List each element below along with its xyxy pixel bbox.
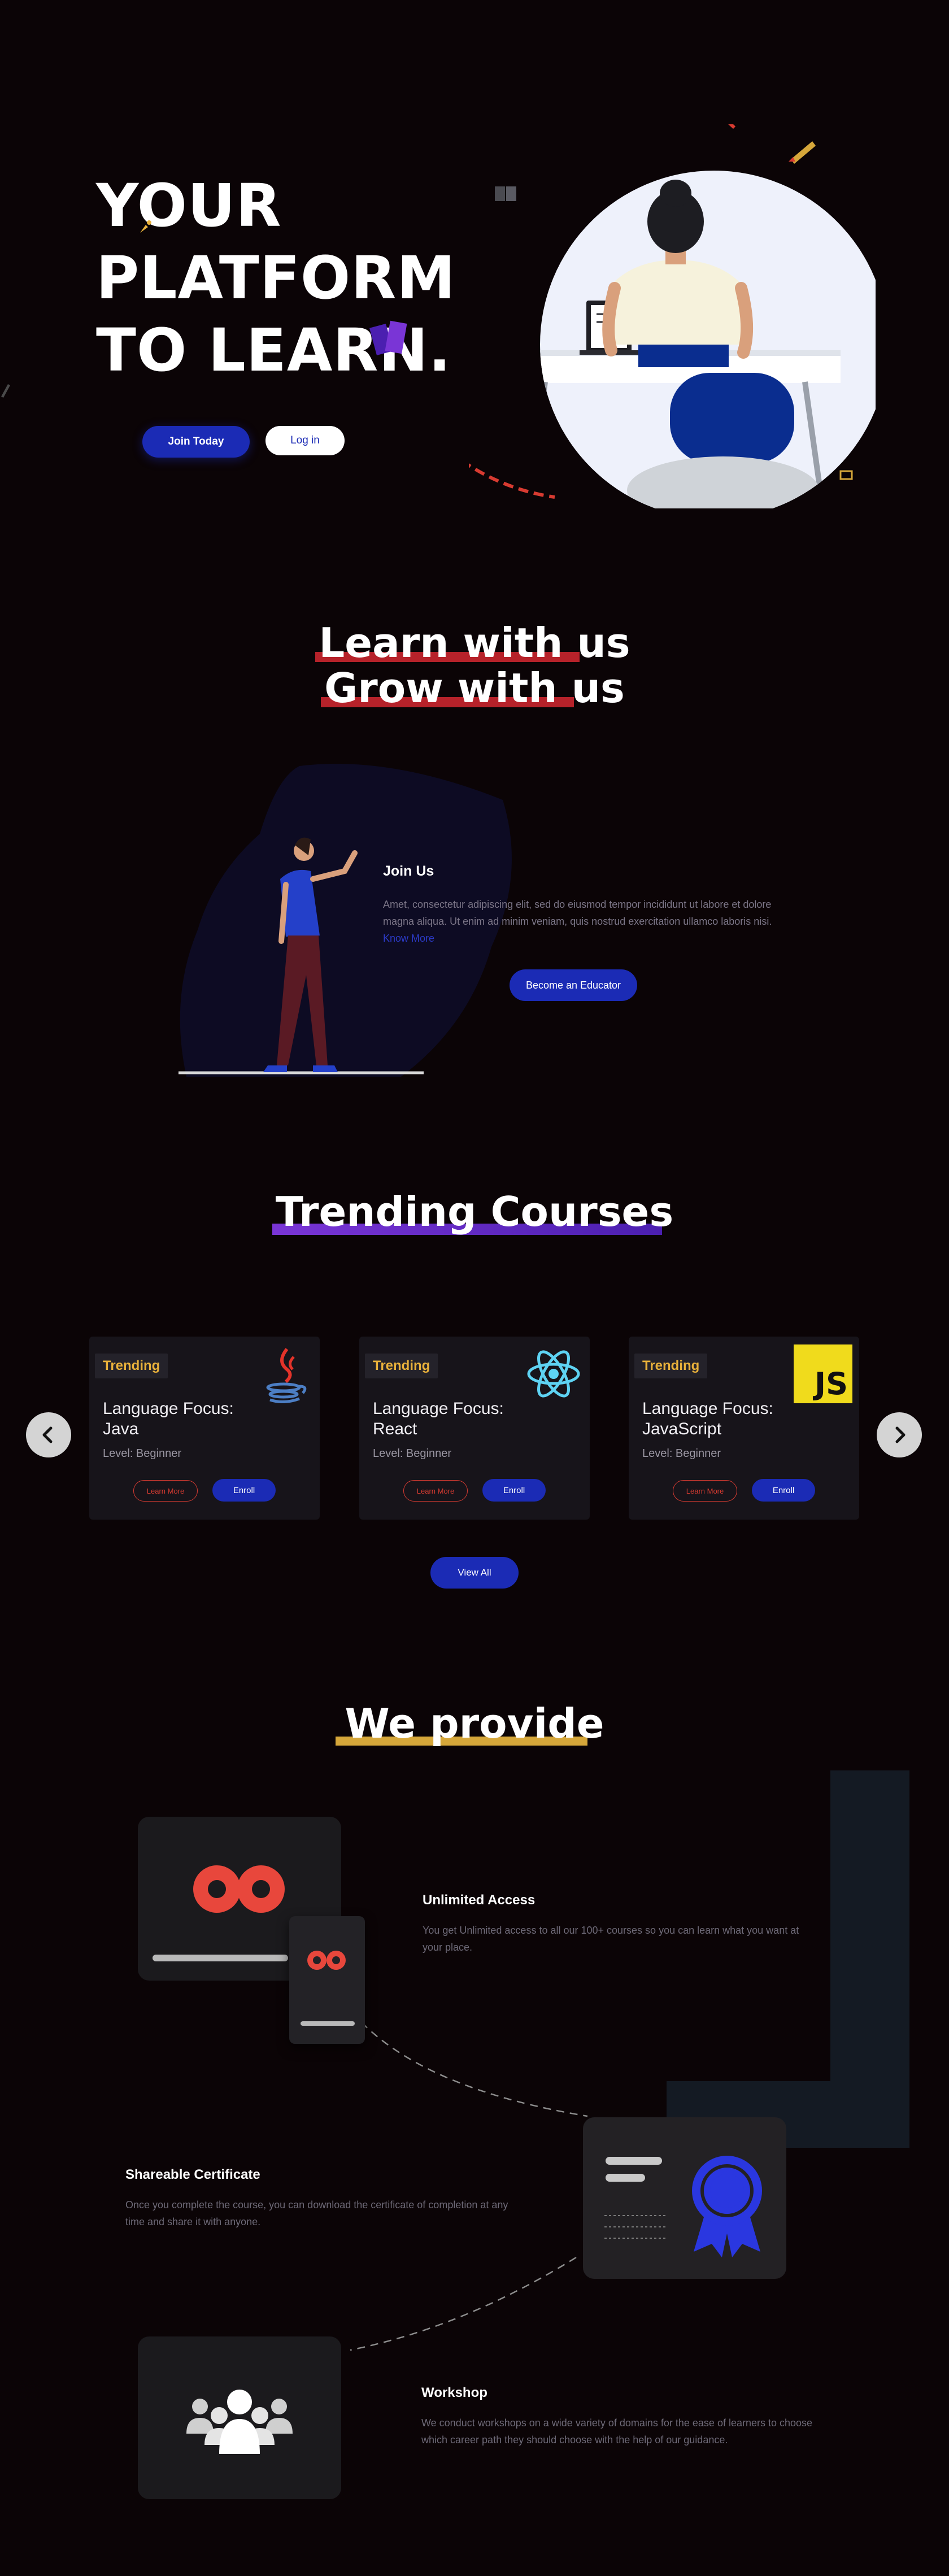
trending-badge: Trending	[95, 1354, 168, 1378]
book-icon	[495, 186, 516, 201]
join-today-button[interactable]: Join Today	[142, 426, 250, 458]
people-group-icon	[186, 2390, 293, 2454]
feature-title-certificate: Shareable Certificate	[125, 2167, 260, 2182]
books-icon	[369, 320, 407, 356]
enroll-button[interactable]: Enroll	[752, 1479, 815, 1502]
carousel-next-button[interactable]	[877, 1412, 922, 1457]
login-button[interactable]: Log in	[265, 426, 345, 455]
course-name: Language Focus: JavaScript	[642, 1399, 773, 1438]
enroll-button[interactable]: Enroll	[482, 1479, 546, 1502]
cert-dotted-lines	[604, 2215, 667, 2239]
feature-title-workshop: Workshop	[421, 2385, 487, 2400]
learn-title-line-1: Learn with us	[315, 620, 630, 665]
workshop-card	[138, 2336, 341, 2499]
rocket-icon	[140, 220, 151, 233]
laptop-decor-icon	[839, 470, 853, 480]
view-all-button[interactable]: View All	[430, 1557, 519, 1589]
course-card-react[interactable]: Trending Language Focus: React Level: Be…	[359, 1337, 590, 1520]
become-educator-button[interactable]: Become an Educator	[510, 969, 637, 1001]
javascript-logo-text: JS	[815, 1366, 848, 1402]
progress-bar-small	[301, 2021, 355, 2026]
cert-line	[606, 2157, 662, 2165]
course-level: Level: Beginner	[103, 1447, 181, 1460]
trending-title: Trending Courses	[272, 1186, 673, 1237]
progress-bar	[153, 1955, 288, 1961]
course-level: Level: Beginner	[373, 1447, 451, 1460]
trending-title-block: Trending Courses	[0, 1186, 949, 1237]
course-level: Level: Beginner	[642, 1447, 721, 1460]
chevron-left-icon	[42, 1426, 53, 1443]
learn-title-block: Learn with us Grow with us	[0, 620, 949, 711]
course-name: Language Focus: Java	[103, 1399, 234, 1438]
learn-more-button[interactable]: Learn More	[133, 1480, 198, 1502]
join-us-paragraph: Amet, consectetur adipiscing elit, sed d…	[383, 899, 772, 927]
pencil-icon	[1, 384, 10, 398]
learn-more-button[interactable]: Learn More	[403, 1480, 468, 1502]
course-name: Language Focus: React	[373, 1399, 504, 1438]
feature-text-workshop: We conduct workshops on a wide variety o…	[421, 2417, 813, 2446]
infinity-small-icon	[307, 1951, 346, 1970]
know-more-link[interactable]: Know More	[383, 933, 434, 944]
feature-title-unlimited: Unlimited Access	[423, 1892, 536, 1908]
award-badge-icon	[692, 2156, 762, 2257]
enroll-button[interactable]: Enroll	[212, 1479, 276, 1502]
feature-text-certificate: Once you complete the course, you can do…	[125, 2199, 508, 2227]
learn-title-line-2: Grow with us	[321, 665, 625, 711]
chevron-right-icon	[895, 1426, 906, 1443]
trending-badge: Trending	[365, 1354, 438, 1378]
provide-title: We provide	[336, 1698, 604, 1749]
trending-badge: Trending	[634, 1354, 708, 1378]
mobile-card	[289, 1916, 365, 2044]
join-us-text: Amet, consectetur adipiscing elit, sed d…	[383, 896, 778, 947]
hero-title-line-2: PLATFORM	[96, 243, 456, 312]
java-icon	[266, 1348, 307, 1403]
provide-title-block: We provide	[0, 1698, 949, 1749]
join-us-heading: Join Us	[383, 863, 434, 879]
feature-text-unlimited: You get Unlimited access to all our 100+…	[423, 1925, 799, 1953]
javascript-icon: JS	[794, 1344, 852, 1403]
pencil-decor-icon	[789, 141, 816, 164]
learn-more-button[interactable]: Learn More	[673, 1480, 737, 1502]
react-icon	[527, 1350, 580, 1398]
course-card-javascript[interactable]: Trending JS Language Focus: JavaScript L…	[629, 1337, 859, 1520]
infinity-icon	[193, 1865, 285, 1913]
connector-lines	[350, 2022, 588, 2351]
carousel-prev-button[interactable]	[26, 1412, 71, 1457]
cert-line	[606, 2174, 645, 2182]
course-card-java[interactable]: Trending Language Focus: Java Level: Beg…	[89, 1337, 320, 1520]
certificate-card	[583, 2117, 786, 2279]
hero-illustration	[469, 124, 876, 508]
